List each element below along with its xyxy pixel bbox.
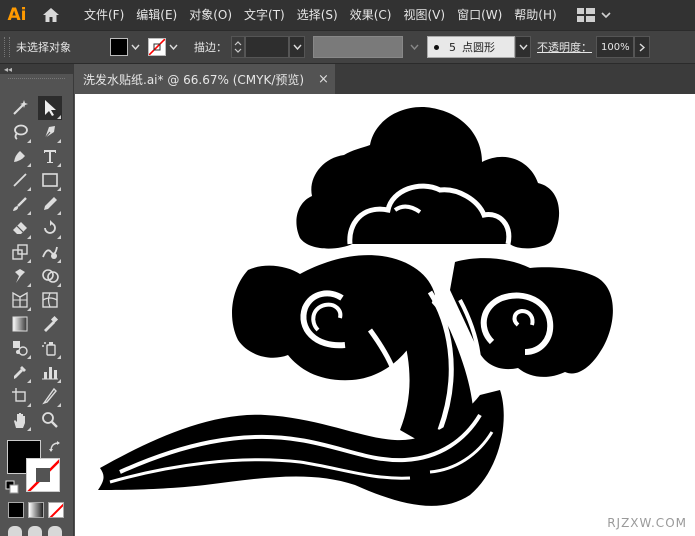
symbol-sprayer-icon[interactable] — [38, 336, 62, 360]
lasso-icon[interactable] — [8, 120, 32, 144]
workspace-switcher[interactable] — [576, 8, 611, 22]
control-bar-grip[interactable] — [4, 37, 10, 57]
artboard-icon[interactable] — [8, 384, 32, 408]
home-icon[interactable] — [34, 0, 68, 30]
app-logo: Ai — [7, 5, 27, 25]
selection-state-label: 未选择对象 — [16, 41, 71, 54]
chevron-down-icon — [601, 12, 611, 19]
menu-type[interactable]: 文字(T) — [238, 0, 291, 30]
fill-color-swatch[interactable] — [110, 38, 128, 56]
warp-icon[interactable] — [38, 240, 62, 264]
default-colors-icon[interactable] — [5, 480, 19, 494]
document-tab[interactable]: 洗发水贴纸.ai* @ 66.67% (CMYK/预览) × — [75, 64, 335, 94]
menu-help[interactable]: 帮助(H) — [508, 0, 562, 30]
variable-width-profile[interactable] — [313, 36, 403, 58]
draw-inside-icon[interactable] — [48, 526, 62, 536]
document-tab-title: 洗发水贴纸.ai* @ 66.67% (CMYK/预览) — [83, 72, 305, 87]
profile-dropdown-icon[interactable] — [407, 38, 421, 56]
right-curl — [450, 258, 613, 377]
gradient-icon[interactable] — [8, 312, 32, 336]
close-icon[interactable]: × — [318, 72, 329, 87]
opacity-label[interactable]: 不透明度： — [537, 39, 592, 55]
menu-object[interactable]: 对象(O) — [183, 0, 238, 30]
artboard-canvas[interactable]: RJZXW.COM — [75, 94, 695, 536]
menu-view[interactable]: 视图(V) — [397, 0, 451, 30]
pencil-icon[interactable] — [38, 192, 62, 216]
gradient-mode-button[interactable] — [28, 502, 44, 518]
cloud-artwork[interactable] — [75, 94, 695, 536]
slice-icon[interactable] — [38, 384, 62, 408]
fill-dropdown-icon[interactable] — [128, 38, 142, 56]
zoom-icon[interactable] — [38, 408, 62, 432]
none-mode-button[interactable] — [48, 502, 64, 518]
brush-dot-icon — [434, 44, 439, 50]
menu-effect[interactable]: 效果(C) — [344, 0, 398, 30]
stroke-label: 描边： — [194, 41, 227, 54]
menu-window[interactable]: 窗口(W) — [451, 0, 508, 30]
control-bar: 未选择对象 描边： 5 点圆形 不透明度： 100% — [0, 30, 695, 64]
stroke-dropdown-icon[interactable] — [166, 38, 180, 56]
brush-name: 点圆形 — [462, 41, 495, 54]
stroke-weight-input[interactable] — [245, 36, 289, 58]
stroke-none-swatch[interactable] — [148, 38, 166, 56]
panel-collapse-icon[interactable]: ◂◂ — [0, 64, 73, 74]
tools-panel: ◂◂ — [0, 64, 74, 536]
line-icon[interactable] — [8, 168, 32, 192]
eyedropper-pencil-icon[interactable] — [38, 312, 62, 336]
brush-dropdown[interactable] — [515, 36, 531, 58]
menu-edit[interactable]: 编辑(E) — [130, 0, 183, 30]
direct-selection-icon[interactable] — [38, 120, 62, 144]
selection-arrow-icon[interactable] — [38, 96, 62, 120]
rotate-icon[interactable] — [38, 216, 62, 240]
puppet-warp-icon[interactable] — [8, 264, 32, 288]
stroke-weight-dropdown[interactable] — [289, 36, 305, 58]
stroke-weight-stepper[interactable] — [231, 36, 245, 58]
menu-file[interactable]: 文件(F) — [78, 0, 130, 30]
scale-icon[interactable] — [8, 240, 32, 264]
type-icon[interactable] — [38, 144, 62, 168]
tools-panel-grip[interactable] — [8, 78, 65, 92]
perspective-grid-icon[interactable] — [8, 288, 32, 312]
stroke-swatch[interactable] — [26, 458, 60, 492]
draw-mode-icon[interactable] — [8, 526, 22, 536]
opacity-input[interactable]: 100% — [596, 36, 634, 58]
top-cloud — [296, 107, 560, 249]
rectangle-icon[interactable] — [38, 168, 62, 192]
brush-size: 5 — [449, 40, 456, 54]
color-mode-button[interactable] — [8, 502, 24, 518]
paintbrush-icon[interactable] — [8, 192, 32, 216]
workspace-grid-icon — [576, 8, 595, 22]
magic-wand-icon[interactable] — [8, 96, 32, 120]
mesh-icon[interactable] — [38, 288, 62, 312]
opacity-arrow[interactable] — [634, 36, 650, 58]
document-tab-bar: 洗发水贴纸.ai* @ 66.67% (CMYK/预览) × — [75, 64, 695, 94]
eraser-icon[interactable] — [8, 216, 32, 240]
eyedropper-icon[interactable] — [8, 360, 32, 384]
graph-icon[interactable] — [38, 360, 62, 384]
blend-icon[interactable] — [8, 336, 32, 360]
shape-builder-icon[interactable] — [38, 264, 62, 288]
watermark: RJZXW.COM — [607, 516, 687, 530]
swap-colors-icon[interactable] — [48, 440, 62, 454]
pen-icon[interactable] — [8, 144, 32, 168]
menu-bar: Ai 文件(F) 编辑(E) 对象(O) 文字(T) 选择(S) 效果(C) 视… — [0, 0, 695, 30]
hand-icon[interactable] — [8, 408, 32, 432]
draw-behind-icon[interactable] — [28, 526, 42, 536]
brush-definition-field[interactable]: 5 点圆形 — [427, 36, 515, 58]
menu-select[interactable]: 选择(S) — [291, 0, 344, 30]
